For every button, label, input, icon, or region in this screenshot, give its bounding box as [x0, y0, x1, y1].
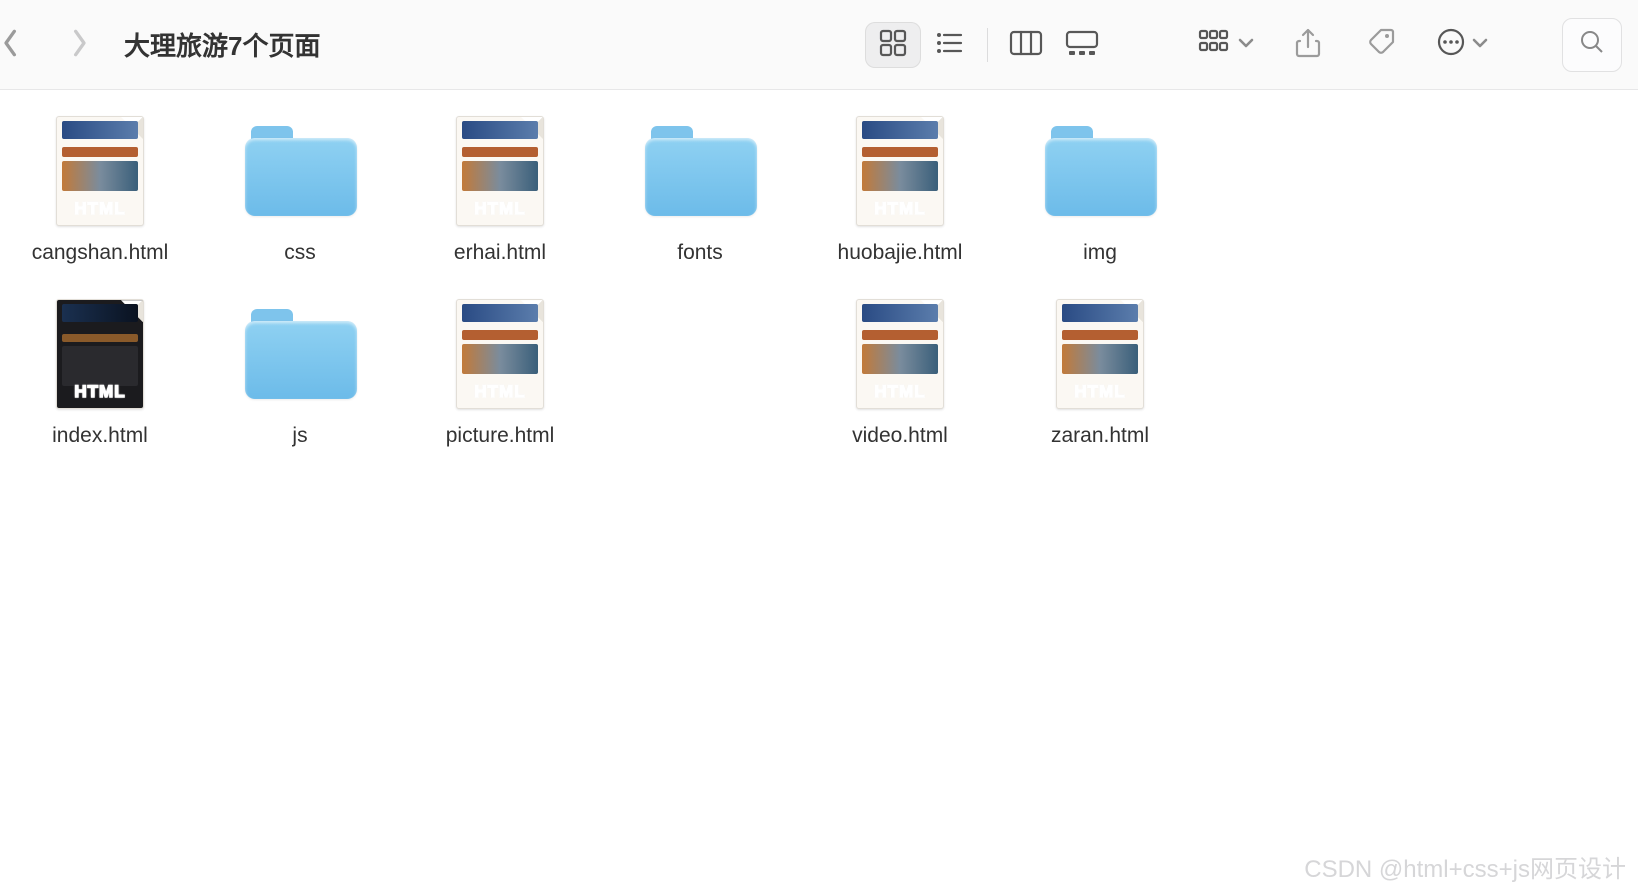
- more-dropdown[interactable]: [1436, 27, 1488, 62]
- html-file-icon: HTML: [845, 299, 955, 409]
- file-label: picture.html: [446, 423, 555, 448]
- nav-group: [0, 26, 98, 64]
- file-label: cangshan.html: [32, 240, 169, 265]
- back-button[interactable]: [0, 26, 30, 64]
- file-item[interactable]: HTML picture.html: [400, 299, 600, 448]
- group-icon: [1198, 29, 1232, 60]
- file-item[interactable]: HTML index.html: [0, 299, 200, 448]
- view-icon-button[interactable]: [865, 22, 921, 68]
- gallery-view-icon: [1064, 29, 1100, 60]
- file-area: HTML cangshan.html css HTML erhai.html fonts H…: [0, 90, 1638, 894]
- list-view-icon: [934, 28, 964, 61]
- file-label: img: [1083, 240, 1117, 265]
- icon-view-icon: [878, 28, 908, 61]
- toolbar-right: [1198, 18, 1626, 72]
- watermark: CSDN @html+css+js网页设计: [1304, 849, 1626, 884]
- file-item[interactable]: fonts: [600, 116, 800, 265]
- html-file-icon: HTML: [45, 299, 155, 409]
- forward-button[interactable]: [60, 26, 98, 64]
- group-dropdown[interactable]: [1198, 29, 1254, 60]
- share-button[interactable]: [1288, 25, 1328, 65]
- share-icon: [1294, 27, 1322, 62]
- tags-button[interactable]: [1362, 25, 1402, 65]
- file-label: js: [292, 423, 307, 448]
- folder-icon: [245, 116, 355, 226]
- html-file-icon: HTML: [445, 116, 555, 226]
- file-item[interactable]: img: [1000, 116, 1200, 265]
- html-file-icon: HTML: [445, 299, 555, 409]
- chevron-left-icon: [1, 28, 21, 61]
- file-item[interactable]: HTML erhai.html: [400, 116, 600, 265]
- view-switcher: [857, 22, 1118, 68]
- toolbar: 大理旅游7个页面: [0, 0, 1638, 90]
- view-gallery-button[interactable]: [1054, 22, 1110, 68]
- folder-icon: [1045, 116, 1155, 226]
- file-label: zaran.html: [1051, 423, 1149, 448]
- file-item[interactable]: HTML huobajie.html: [800, 116, 1000, 265]
- file-grid: HTML cangshan.html css HTML erhai.html fonts H…: [0, 116, 1638, 482]
- file-label: fonts: [677, 240, 723, 265]
- file-item[interactable]: HTML zaran.html: [1000, 299, 1200, 448]
- window-title: 大理旅游7个页面: [124, 26, 320, 63]
- chevron-down-icon: [1238, 36, 1254, 54]
- search-button[interactable]: [1562, 18, 1622, 72]
- html-file-icon: HTML: [845, 116, 955, 226]
- divider: [987, 28, 988, 62]
- tag-icon: [1367, 28, 1397, 61]
- file-label: huobajie.html: [838, 240, 963, 265]
- html-file-icon: HTML: [1045, 299, 1155, 409]
- folder-icon: [245, 299, 355, 409]
- chevron-down-icon: [1472, 36, 1488, 54]
- file-item[interactable]: HTML video.html: [800, 299, 1000, 448]
- folder-icon: [645, 116, 755, 226]
- file-item[interactable]: js: [200, 299, 400, 448]
- file-label: css: [284, 240, 316, 265]
- search-icon: [1579, 29, 1605, 60]
- file-item[interactable]: css: [200, 116, 400, 265]
- view-column-button[interactable]: [998, 22, 1054, 68]
- more-icon: [1436, 27, 1466, 62]
- file-label: video.html: [852, 423, 948, 448]
- file-label: erhai.html: [454, 240, 546, 265]
- file-item[interactable]: HTML cangshan.html: [0, 116, 200, 265]
- view-list-button[interactable]: [921, 22, 977, 68]
- file-label: index.html: [52, 423, 148, 448]
- column-view-icon: [1009, 29, 1043, 60]
- html-file-icon: HTML: [45, 116, 155, 226]
- chevron-right-icon: [69, 28, 89, 61]
